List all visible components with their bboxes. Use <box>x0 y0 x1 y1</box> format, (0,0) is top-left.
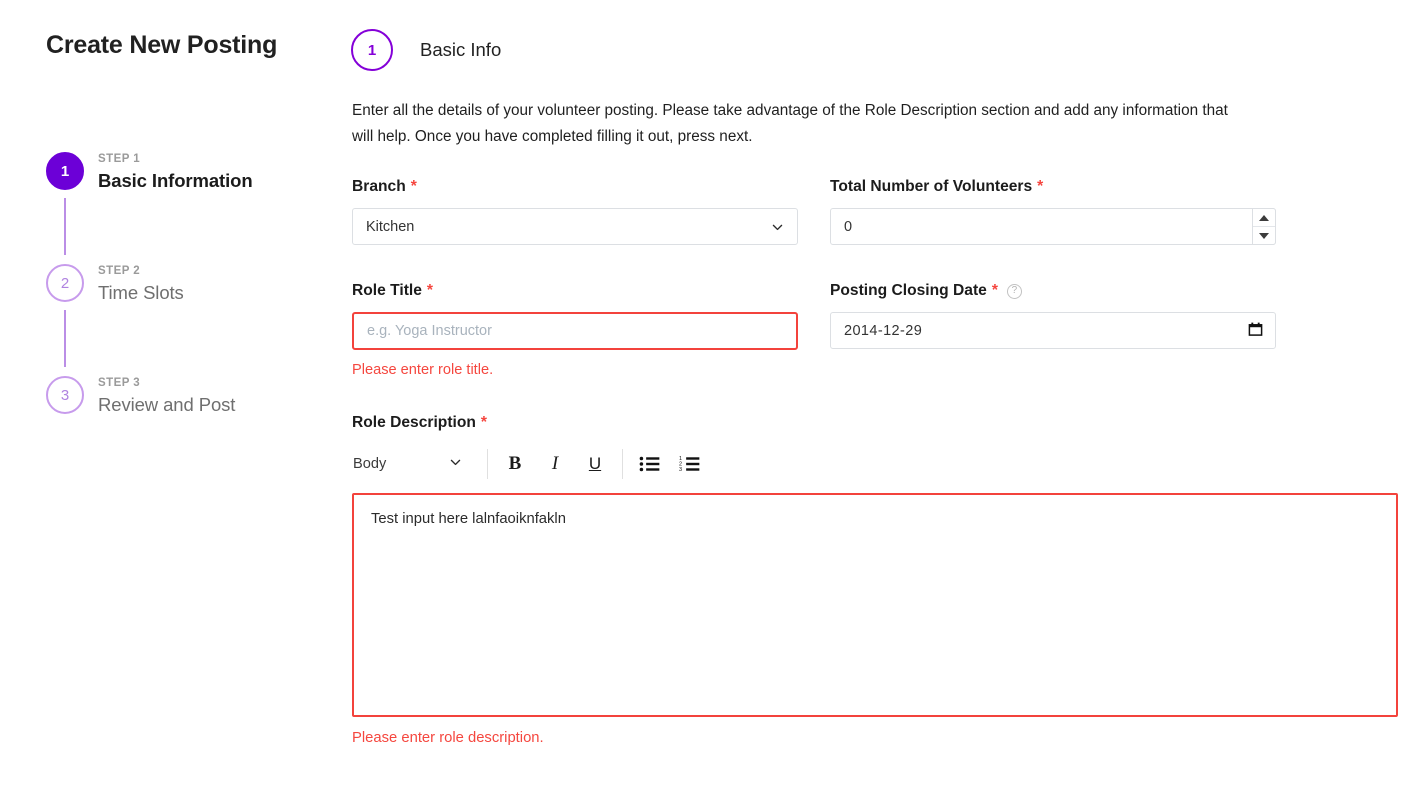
step-text: STEP 1 Basic Information <box>94 152 253 192</box>
step-circle-2: 2 <box>46 264 84 302</box>
bold-button[interactable]: B <box>495 448 535 480</box>
stepper-item-time-slots[interactable]: 2 STEP 2 Time Slots <box>46 264 316 376</box>
step-name-3: Review and Post <box>98 394 236 415</box>
stepper-decrement-button[interactable] <box>1253 227 1275 244</box>
stepper-item-review-and-post[interactable]: 3 STEP 3 Review and Post <box>46 376 316 432</box>
role-description-error: Please enter role description. <box>352 730 544 746</box>
field-total-volunteers: Total Number of Volunteers * 0 <box>830 178 1276 245</box>
numbered-list-button[interactable]: 1 2 3 <box>670 448 710 480</box>
role-description-label: Role Description * <box>352 414 1398 432</box>
required-asterisk: * <box>410 178 417 195</box>
required-asterisk: * <box>480 414 487 431</box>
caret-down-icon <box>1259 232 1269 239</box>
field-branch: Branch * Kitchen <box>352 178 798 245</box>
total-volunteers-label: Total Number of Volunteers * <box>830 178 1276 196</box>
quantity-stepper[interactable] <box>1252 208 1276 245</box>
step-kicker-2: STEP 2 <box>98 265 141 277</box>
stepper-increment-button[interactable] <box>1253 209 1275 227</box>
step-name-1: Basic Information <box>98 170 253 191</box>
closing-date-label-text: Posting Closing Date <box>830 282 987 299</box>
stepper-item-basic-information[interactable]: 1 STEP 1 Basic Information <box>46 152 316 264</box>
required-asterisk: * <box>991 282 998 299</box>
closing-date-value: 2014-12-29 <box>844 322 923 339</box>
calendar-icon[interactable] <box>1248 321 1263 340</box>
role-title-error: Please enter role title. <box>352 362 494 378</box>
text-style-value: Body <box>353 456 387 472</box>
italic-button[interactable]: I <box>535 448 575 480</box>
step-text: STEP 3 Review and Post <box>94 376 235 416</box>
role-title-label-text: Role Title <box>352 282 422 299</box>
section-header: 1 Basic Info <box>351 29 501 71</box>
role-title-label: Role Title * <box>352 282 798 300</box>
caret-up-icon <box>1259 214 1269 221</box>
total-volunteers-value: 0 <box>844 218 853 235</box>
branch-label: Branch * <box>352 178 798 196</box>
required-asterisk: * <box>426 282 433 299</box>
toolbar-divider <box>487 449 488 479</box>
form-row-2: Role Title * e.g. Yoga Instructor Please… <box>352 282 1398 378</box>
role-title-placeholder: e.g. Yoga Instructor <box>367 323 492 339</box>
main-content: 1 Basic Info Enter all the details of yo… <box>330 0 1418 806</box>
step-bullet-wrap: 2 <box>46 264 94 367</box>
required-asterisk: * <box>1037 178 1044 195</box>
closing-date-input[interactable]: 2014-12-29 <box>830 312 1276 349</box>
bulleted-list-button[interactable] <box>630 448 670 480</box>
page-title: Create New Posting <box>46 31 278 59</box>
closing-date-label: Posting Closing Date * ? <box>830 282 1276 300</box>
step-circle-3: 3 <box>46 376 84 414</box>
total-volunteers-input[interactable]: 0 <box>830 208 1276 245</box>
sidebar: Create New Posting 1 STEP 1 Basic Inform… <box>0 0 330 806</box>
toolbar-divider <box>622 449 623 479</box>
field-role-description: Role Description * Body B I U 1 2 3 Test… <box>352 414 1398 746</box>
step-connector-1 <box>64 198 66 255</box>
help-icon[interactable]: ? <box>1006 283 1022 299</box>
stepper: 1 STEP 1 Basic Information 2 STEP 2 Time… <box>46 152 316 432</box>
basic-info-form: Branch * Kitchen Total Number of Volunte… <box>352 178 1398 746</box>
underline-button[interactable]: U <box>575 448 615 480</box>
step-kicker-1: STEP 1 <box>98 153 141 165</box>
step-text: STEP 2 Time Slots <box>94 264 184 304</box>
step-bullet-wrap: 1 <box>46 152 94 255</box>
branch-select[interactable]: Kitchen <box>352 208 798 245</box>
role-description-textarea[interactable]: Test input here lalnfaoiknfakln <box>352 493 1398 717</box>
step-connector-2 <box>64 310 66 367</box>
chevron-down-icon <box>771 220 784 233</box>
create-posting-page: Create New Posting 1 STEP 1 Basic Inform… <box>0 0 1418 806</box>
section-heading: Basic Info <box>420 39 502 60</box>
text-style-select[interactable]: Body <box>352 448 480 480</box>
step-bullet-wrap: 3 <box>46 376 94 414</box>
field-closing-date: Posting Closing Date * ? 2014-12-29 <box>830 282 1276 378</box>
section-intro-text: Enter all the details of your volunteer … <box>352 102 1228 145</box>
role-title-input[interactable]: e.g. Yoga Instructor <box>352 312 798 350</box>
editor-toolbar: Body B I U 1 2 3 <box>352 444 1398 484</box>
role-description-label-text: Role Description <box>352 414 476 431</box>
form-row-1: Branch * Kitchen Total Number of Volunte… <box>352 178 1398 245</box>
branch-label-text: Branch <box>352 178 406 195</box>
step-circle-1: 1 <box>46 152 84 190</box>
section-step-badge: 1 <box>351 29 393 71</box>
svg-text:3: 3 <box>679 467 682 473</box>
chevron-down-icon <box>449 456 462 473</box>
total-volunteers-label-text: Total Number of Volunteers <box>830 178 1033 195</box>
branch-selected-value: Kitchen <box>366 218 415 235</box>
step-name-2: Time Slots <box>98 282 184 303</box>
field-role-title: Role Title * e.g. Yoga Instructor Please… <box>352 282 798 378</box>
step-kicker-3: STEP 3 <box>98 377 141 389</box>
